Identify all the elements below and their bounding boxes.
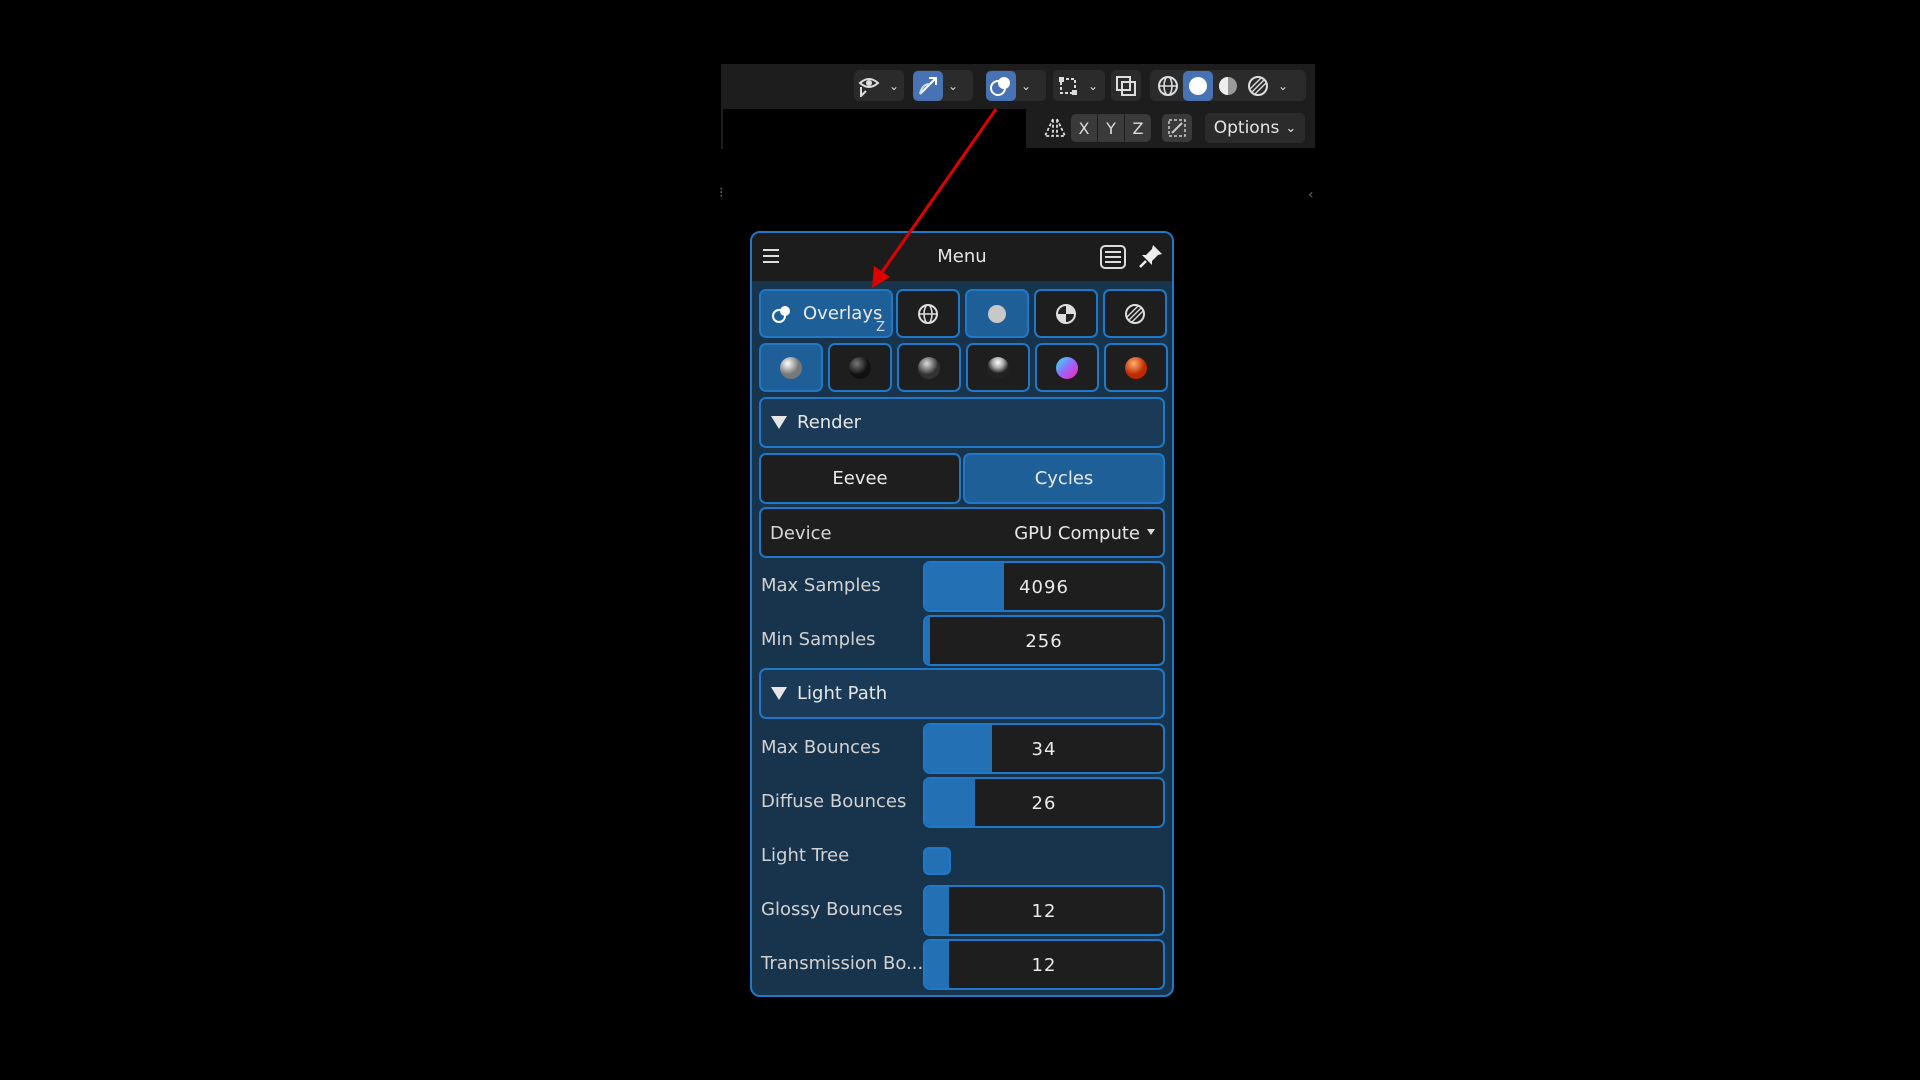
selection-mode-dropdown[interactable]: ⌄	[1053, 70, 1105, 101]
viewport-edge	[721, 109, 723, 149]
collapse-triangle-icon	[771, 687, 787, 700]
gizmo-icon[interactable]	[913, 70, 943, 101]
shading-mode-group: ⌄	[1150, 70, 1306, 101]
matcap-gray-sphere-icon	[918, 356, 940, 379]
matcap-light-sphere-icon	[780, 356, 802, 379]
auto-merge-button[interactable]	[1162, 114, 1192, 142]
chevron-down-icon: ⌄	[1087, 78, 1099, 93]
light-path-section-label: Light Path	[797, 683, 888, 704]
overlays-icon[interactable]	[986, 70, 1016, 101]
overlays-dropdown[interactable]: ⌄	[986, 70, 1046, 101]
transmission-bounces-slider[interactable]: 12	[923, 939, 1165, 990]
list-view-icon[interactable]	[1100, 245, 1126, 273]
light-tree-label: Light Tree	[761, 845, 850, 866]
max-samples-label: Max Samples	[761, 575, 881, 596]
matcap-button[interactable]	[1035, 343, 1099, 392]
material-preview-button[interactable]	[1034, 289, 1098, 338]
gizmo-dropdown[interactable]: ⌄	[913, 70, 973, 101]
diffuse-bounces-value: 26	[1031, 793, 1057, 814]
matcap-button[interactable]	[897, 343, 961, 392]
matcap-rainbow-sphere-icon	[1056, 356, 1078, 379]
max-samples-value: 4096	[1019, 577, 1069, 598]
device-dropdown[interactable]: Device GPU Compute	[759, 507, 1165, 558]
pin-icon[interactable]	[1137, 242, 1165, 274]
matcap-orange-sphere-icon	[1125, 356, 1147, 379]
solid-shading-button[interactable]	[965, 289, 1029, 338]
solid-icon	[988, 304, 1006, 323]
min-samples-value: 256	[1025, 631, 1063, 652]
light-tree-checkbox[interactable]	[923, 847, 951, 875]
mirror-z-button[interactable]: Z	[1125, 114, 1151, 142]
matcap-button[interactable]	[1104, 343, 1168, 392]
matcap-glossy-sphere-icon	[987, 356, 1009, 379]
wireframe-shading-button[interactable]	[896, 289, 960, 338]
rendered-icon[interactable]	[1243, 71, 1273, 101]
render-section-header[interactable]: Render	[759, 397, 1165, 448]
collapse-triangle-icon	[771, 416, 787, 429]
chevron-down-icon: ⌄	[888, 78, 900, 93]
chevron-down-icon: ⌄	[1285, 120, 1297, 136]
device-label: Device	[770, 523, 832, 544]
wireframe-icon[interactable]	[1153, 71, 1183, 101]
matcap-dark-sphere-icon	[849, 356, 871, 379]
max-bounces-slider[interactable]: 34	[923, 723, 1165, 774]
rendered-icon	[1125, 303, 1145, 324]
overlays-label: Overlays	[803, 303, 883, 324]
xray-button[interactable]	[1111, 70, 1141, 101]
matcap-button[interactable]	[966, 343, 1030, 392]
light-path-section-header[interactable]: Light Path	[759, 668, 1165, 719]
transmission-bounces-value: 12	[1031, 955, 1057, 976]
glossy-bounces-label: Glossy Bounces	[761, 899, 903, 920]
chevron-down-icon[interactable]: ⌄	[1273, 71, 1293, 101]
material-preview-icon[interactable]	[1213, 71, 1243, 101]
glossy-bounces-value: 12	[1031, 901, 1057, 922]
rendered-shading-button[interactable]	[1103, 289, 1167, 338]
overlays-button[interactable]: Overlays Z	[759, 289, 893, 338]
min-samples-slider[interactable]: 256	[923, 615, 1165, 666]
overlays-shortcut: Z	[876, 320, 885, 335]
options-label: Options	[1213, 118, 1280, 138]
max-bounces-value: 34	[1031, 739, 1057, 760]
dropdown-caret-icon	[1147, 529, 1155, 535]
transmission-bounces-label: Transmission Bo...	[761, 953, 924, 974]
material-preview-icon	[1056, 303, 1076, 324]
wireframe-icon	[918, 303, 938, 324]
mirror-toolbar: X Y Z Options ⌄	[1026, 108, 1315, 148]
min-samples-label: Min Samples	[761, 629, 876, 650]
cycles-engine-button[interactable]: Cycles	[963, 453, 1165, 504]
eye-icon	[854, 71, 884, 101]
overlays-icon	[772, 305, 790, 323]
device-value: GPU Compute	[1014, 523, 1140, 544]
visibility-dropdown[interactable]: ⌄	[854, 70, 904, 101]
max-samples-slider[interactable]: 4096	[923, 561, 1165, 612]
diffuse-bounces-label: Diffuse Bounces	[761, 791, 907, 812]
mirror-y-button[interactable]: Y	[1098, 114, 1124, 142]
mirror-x-button[interactable]: X	[1071, 114, 1097, 142]
panel-header: Menu	[752, 233, 1172, 281]
solid-icon[interactable]	[1183, 70, 1213, 101]
matcap-button[interactable]	[828, 343, 892, 392]
max-bounces-label: Max Bounces	[761, 737, 881, 758]
chevron-down-icon: ⌄	[947, 78, 959, 93]
matcap-button[interactable]	[759, 343, 823, 392]
auto-merge-icon	[1168, 119, 1186, 137]
xray-icon	[1111, 71, 1141, 101]
glossy-bounces-slider[interactable]: 12	[923, 885, 1165, 936]
left-edge-handle[interactable]: ⁝	[719, 185, 723, 201]
options-dropdown[interactable]: Options ⌄	[1205, 113, 1305, 143]
render-section-label: Render	[797, 412, 862, 433]
eevee-engine-button[interactable]: Eevee	[759, 453, 961, 504]
diffuse-bounces-slider[interactable]: 26	[923, 777, 1165, 828]
menu-panel: Menu Overlays Z Render Eevee Cycles Devi…	[750, 231, 1174, 997]
selection-mode-icon	[1053, 71, 1083, 101]
sidebar-toggle-icon[interactable]: ‹	[1308, 187, 1314, 203]
mirror-icon	[1042, 116, 1068, 144]
viewport-header: ⌄ ⌄ ⌄ ⌄ ⌄	[721, 64, 1315, 109]
chevron-down-icon: ⌄	[1020, 78, 1032, 93]
